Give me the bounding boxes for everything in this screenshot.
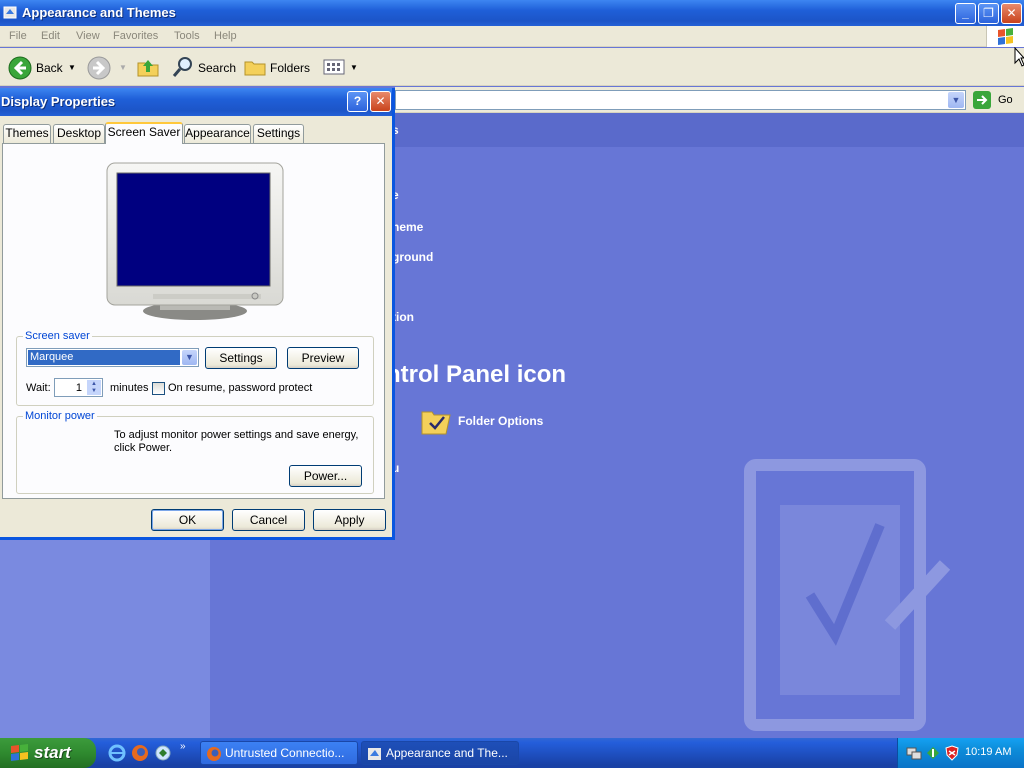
screen-saver-group: Screen saver Marquee ▼ Settings Preview …: [16, 330, 374, 406]
forward-button[interactable]: ▼: [87, 55, 127, 81]
monitor-power-description-2: click Power.: [114, 442, 173, 454]
password-protect-checkbox[interactable]: [152, 382, 165, 395]
tab-screen-saver[interactable]: Screen Saver: [105, 122, 183, 144]
dialog-title: Display Properties: [1, 94, 116, 109]
close-button[interactable]: ✕: [1001, 3, 1022, 24]
folders-icon: [244, 61, 266, 76]
control-panel-icon: [368, 748, 381, 760]
screen-saver-group-label: Screen saver: [23, 330, 92, 342]
window-title: Appearance and Themes: [22, 5, 176, 20]
settings-button[interactable]: Settings: [205, 347, 277, 369]
system-tray: 10:19 AM: [897, 738, 1024, 768]
dialog-title-bar[interactable]: Display Properties ? ✕: [0, 88, 392, 116]
back-arrow-icon: [8, 56, 32, 80]
wait-minutes-stepper[interactable]: 1 ▲ ▼: [54, 378, 103, 397]
search-button[interactable]: Search: [171, 55, 236, 81]
menu-bar: File Edit View Favorites Tools Help: [0, 26, 1024, 47]
task-link-4[interactable]: tion: [392, 310, 414, 324]
folder-options-icon: [421, 411, 451, 435]
chevron-down-icon[interactable]: ▼: [68, 63, 76, 72]
monitor-power-group: Monitor power To adjust monitor power se…: [16, 410, 374, 494]
standard-toolbar: Back ▼ ▼ Search Folders ▼: [0, 48, 1024, 86]
address-bar: ▼ Go: [395, 87, 1024, 113]
help-button[interactable]: ?: [347, 91, 368, 112]
mouse-cursor-icon: [1014, 47, 1024, 67]
monitor-power-group-label: Monitor power: [23, 410, 97, 422]
firefox-icon: [207, 747, 221, 761]
windows-logo-icon: [11, 744, 28, 761]
menu-view[interactable]: View: [76, 30, 100, 42]
task-link-2[interactable]: heme: [392, 220, 423, 234]
tab-themes[interactable]: Themes: [3, 124, 51, 143]
tab-settings[interactable]: Settings: [253, 124, 304, 143]
wait-label: Wait:: [26, 382, 51, 394]
ok-button[interactable]: OK: [151, 509, 224, 531]
display-properties-dialog: Display Properties ? ✕ Themes Desktop Sc…: [0, 88, 395, 540]
search-icon: [172, 57, 192, 77]
menu-file[interactable]: File: [9, 30, 27, 42]
chevron-down-icon[interactable]: ▼: [182, 350, 197, 365]
windows-logo-icon: [986, 26, 1024, 47]
screen-saver-panel: Screen saver Marquee ▼ Settings Preview …: [2, 143, 385, 499]
address-input[interactable]: ▼: [395, 90, 966, 110]
menu-tools[interactable]: Tools: [174, 30, 200, 42]
menu-edit[interactable]: Edit: [41, 30, 60, 42]
minimize-button[interactable]: _: [955, 3, 976, 24]
explorer-title-bar[interactable]: Appearance and Themes _ ❐ ✕: [0, 0, 1024, 26]
taskbar: start » Untrusted Connectio... Appearanc…: [0, 738, 1024, 768]
go-arrow-icon: [973, 91, 991, 109]
section-heading: ntrol Panel icon: [386, 361, 567, 388]
address-dropdown-icon[interactable]: ▼: [948, 92, 964, 108]
spin-down-icon[interactable]: ▼: [87, 387, 101, 395]
up-folder-icon: [137, 60, 159, 77]
screensaver-selected-value: Marquee: [28, 350, 180, 365]
preview-button[interactable]: Preview: [287, 347, 359, 369]
restore-button[interactable]: ❐: [978, 3, 999, 24]
menu-help[interactable]: Help: [214, 30, 237, 42]
taskbar-item-appearance-themes[interactable]: Appearance and The...: [361, 741, 519, 765]
chevron-down-icon[interactable]: ▼: [119, 63, 127, 72]
messenger-icon[interactable]: [154, 744, 172, 762]
minutes-label: minutes: [110, 382, 149, 394]
views-icon: [323, 59, 345, 75]
power-button[interactable]: Power...: [289, 465, 362, 487]
folder-options-item[interactable]: Folder Options: [420, 406, 560, 438]
dialog-close-button[interactable]: ✕: [370, 91, 391, 112]
views-button[interactable]: ▼: [322, 55, 358, 81]
start-label: start: [34, 743, 71, 762]
update-tray-icon[interactable]: [925, 745, 941, 761]
monitor-preview-icon: [106, 162, 284, 320]
chevron-down-icon: ▼: [350, 63, 358, 72]
checklist-watermark-icon: [744, 459, 950, 731]
cancel-button[interactable]: Cancel: [232, 509, 305, 531]
up-folder-button[interactable]: [136, 55, 160, 81]
start-button[interactable]: start: [0, 738, 96, 768]
firefox-icon[interactable]: [131, 744, 149, 762]
apply-button[interactable]: Apply: [313, 509, 386, 531]
password-protect-label[interactable]: On resume, password protect: [168, 382, 312, 394]
tab-desktop[interactable]: Desktop: [53, 124, 105, 143]
internet-explorer-icon[interactable]: [108, 744, 126, 762]
taskbar-item-untrusted-connection[interactable]: Untrusted Connectio...: [200, 741, 358, 765]
control-panel-icon: [3, 6, 17, 19]
monitor-power-description: To adjust monitor power settings and sav…: [114, 429, 359, 441]
task-link-3[interactable]: ground: [392, 250, 433, 264]
forward-arrow-icon: [87, 56, 111, 80]
quicklaunch-overflow-icon[interactable]: »: [180, 741, 186, 752]
back-button[interactable]: Back ▼: [8, 55, 78, 81]
menu-favorites[interactable]: Favorites: [113, 30, 158, 42]
network-tray-icon[interactable]: [906, 745, 922, 761]
tab-appearance[interactable]: Appearance: [184, 124, 251, 143]
clock: 10:19 AM: [965, 746, 1012, 758]
screensaver-select[interactable]: Marquee ▼: [26, 348, 199, 367]
security-shield-icon[interactable]: [944, 745, 960, 761]
folders-button[interactable]: Folders: [243, 55, 313, 81]
